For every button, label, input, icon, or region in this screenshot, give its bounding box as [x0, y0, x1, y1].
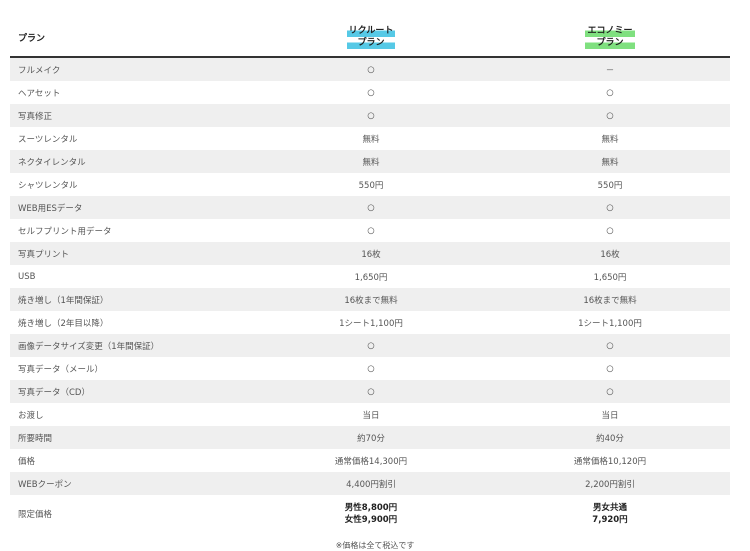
- recruit-plan-value: 1シート1,100円: [252, 311, 490, 334]
- economy-plan-name-line2: プラン: [585, 37, 635, 49]
- table-row: 所要時間 約70分 約40分: [10, 426, 730, 449]
- economy-plan-value: 約40分: [490, 426, 730, 449]
- table-row: WEB用ESデータ ○ ○: [10, 196, 730, 219]
- recruit-plan-value: ○: [252, 380, 490, 403]
- table-row: シャツレンタル 550円 550円: [10, 173, 730, 196]
- row-label: 所要時間: [10, 426, 252, 449]
- table-row: WEBクーポン 4,400円割引 2,200円割引: [10, 472, 730, 495]
- recruit-plan-value: 550円: [252, 173, 490, 196]
- row-label: 限定価格: [10, 495, 252, 533]
- recruit-plan-value: ○: [252, 196, 490, 219]
- economy-plan-value: 当日: [490, 403, 730, 426]
- economy-plan-value: 1シート1,100円: [490, 311, 730, 334]
- table-body: フルメイク ○ －ヘアセット ○ ○ 写真修正 ○ ○ スーツレンタル 無料 無料 ネクタイレンタル無…: [10, 57, 730, 533]
- economy-plan-value: ○: [490, 81, 730, 104]
- table-row-limited-price: 限定価格 男性8,800円 女性9,900円 男女共通 7,920円: [10, 495, 730, 533]
- economy-plan-value: ○: [490, 219, 730, 242]
- recruit-plan-value: 通常価格14,300円: [252, 449, 490, 472]
- row-label: 焼き増し（2年目以降）: [10, 311, 252, 334]
- header-plan-label: プラン: [10, 18, 252, 58]
- table-header-row: プラン リクルート プラン エコノミー プラン: [10, 18, 730, 58]
- row-label: シャツレンタル: [10, 173, 252, 196]
- table-row: スーツレンタル 無料 無料: [10, 127, 730, 150]
- recruit-plan-value: 16枚まで無料: [252, 288, 490, 311]
- recruit-plan-value: ○: [252, 104, 490, 127]
- economy-plan-value: 無料: [490, 127, 730, 150]
- table-row: 焼き増し（2年目以降） 1シート1,100円 1シート1,100円: [10, 311, 730, 334]
- recruit-plan-value: ○: [252, 57, 490, 81]
- recruit-plan-value: 約70分: [252, 426, 490, 449]
- table-row: 写真プリント 16枚 16枚: [10, 242, 730, 265]
- recruit-plan-value: 16枚: [252, 242, 490, 265]
- row-label: スーツレンタル: [10, 127, 252, 150]
- economy-plan-value: ○: [490, 357, 730, 380]
- table-row: ヘアセット ○ ○: [10, 81, 730, 104]
- table-row: ネクタイレンタル 無料 無料: [10, 150, 730, 173]
- row-label: ネクタイレンタル: [10, 150, 252, 173]
- economy-plan-value: 2,200円割引: [490, 472, 730, 495]
- recruit-limited-price: 男性8,800円 女性9,900円: [252, 495, 490, 533]
- row-label: 写真データ（メール）: [10, 357, 252, 380]
- plan-comparison-page: プラン リクルート プラン エコノミー プラン フルメイク ○ －ヘアセット ○ ○ 写真…: [0, 0, 750, 551]
- economy-plan-value: 無料: [490, 150, 730, 173]
- row-label: 焼き増し（1年間保証）: [10, 288, 252, 311]
- row-label: 写真修正: [10, 104, 252, 127]
- table-row: フルメイク ○ －: [10, 57, 730, 81]
- economy-plan-value: ○: [490, 380, 730, 403]
- recruit-plan-value: 当日: [252, 403, 490, 426]
- table-row: 写真データ（メール） ○ ○: [10, 357, 730, 380]
- recruit-plan-name-line2: プラン: [346, 37, 396, 49]
- recruit-plan-value: ○: [252, 334, 490, 357]
- economy-plan-value: ○: [490, 104, 730, 127]
- economy-plan-name-line1: エコノミー: [585, 25, 635, 37]
- tax-note: ※価格は全て税込です: [335, 541, 415, 550]
- table-row: 写真修正 ○ ○: [10, 104, 730, 127]
- economy-limited-price: 男女共通 7,920円: [490, 495, 730, 533]
- economy-plan-value: 550円: [490, 173, 730, 196]
- plan-comparison-table: プラン リクルート プラン エコノミー プラン フルメイク ○ －ヘアセット ○ ○ 写真…: [10, 18, 730, 533]
- economy-plan-value: ○: [490, 196, 730, 219]
- row-label: セルフプリント用データ: [10, 219, 252, 242]
- recruit-plan-value: 1,650円: [252, 265, 490, 288]
- table-row: USB 1,650円 1,650円: [10, 265, 730, 288]
- recruit-plan-value: 無料: [252, 150, 490, 173]
- row-label: フルメイク: [10, 57, 252, 81]
- table-row: セルフプリント用データ ○ ○: [10, 219, 730, 242]
- row-label: USB: [10, 265, 252, 288]
- economy-plan-value: －: [490, 57, 730, 81]
- economy-plan-value: ○: [490, 334, 730, 357]
- recruit-plan-value: 無料: [252, 127, 490, 150]
- economy-plan-value: 16枚: [490, 242, 730, 265]
- economy-plan-value: 1,650円: [490, 265, 730, 288]
- row-label: WEBクーポン: [10, 472, 252, 495]
- row-label: 画像データサイズ変更（1年間保証）: [10, 334, 252, 357]
- table-row: 写真データ（CD） ○ ○: [10, 380, 730, 403]
- economy-plan-value: 通常価格10,120円: [490, 449, 730, 472]
- recruit-limited-price-line: 男性8,800円: [344, 503, 398, 513]
- row-label: 価格: [10, 449, 252, 472]
- header-recruit-plan: リクルート プラン: [252, 18, 490, 58]
- recruit-plan-value: ○: [252, 219, 490, 242]
- recruit-plan-value: ○: [252, 81, 490, 104]
- economy-limited-price-line: 7,920円: [592, 515, 628, 525]
- recruit-limited-price-line: 女性9,900円: [344, 515, 398, 525]
- header-economy-plan: エコノミー プラン: [490, 18, 730, 58]
- economy-limited-price-line: 男女共通: [592, 503, 627, 513]
- economy-plan-value: 16枚まで無料: [490, 288, 730, 311]
- row-label: 写真プリント: [10, 242, 252, 265]
- row-label: WEB用ESデータ: [10, 196, 252, 219]
- table-row: お渡し 当日 当日: [10, 403, 730, 426]
- recruit-plan-value: 4,400円割引: [252, 472, 490, 495]
- row-label: お渡し: [10, 403, 252, 426]
- table-row: 価格 通常価格14,300円 通常価格10,120円: [10, 449, 730, 472]
- row-label: ヘアセット: [10, 81, 252, 104]
- table-row: 焼き増し（1年間保証） 16枚まで無料 16枚まで無料: [10, 288, 730, 311]
- recruit-plan-value: ○: [252, 357, 490, 380]
- recruit-plan-name-line1: リクルート: [346, 25, 396, 37]
- row-label: 写真データ（CD）: [10, 380, 252, 403]
- table-row: 画像データサイズ変更（1年間保証） ○ ○: [10, 334, 730, 357]
